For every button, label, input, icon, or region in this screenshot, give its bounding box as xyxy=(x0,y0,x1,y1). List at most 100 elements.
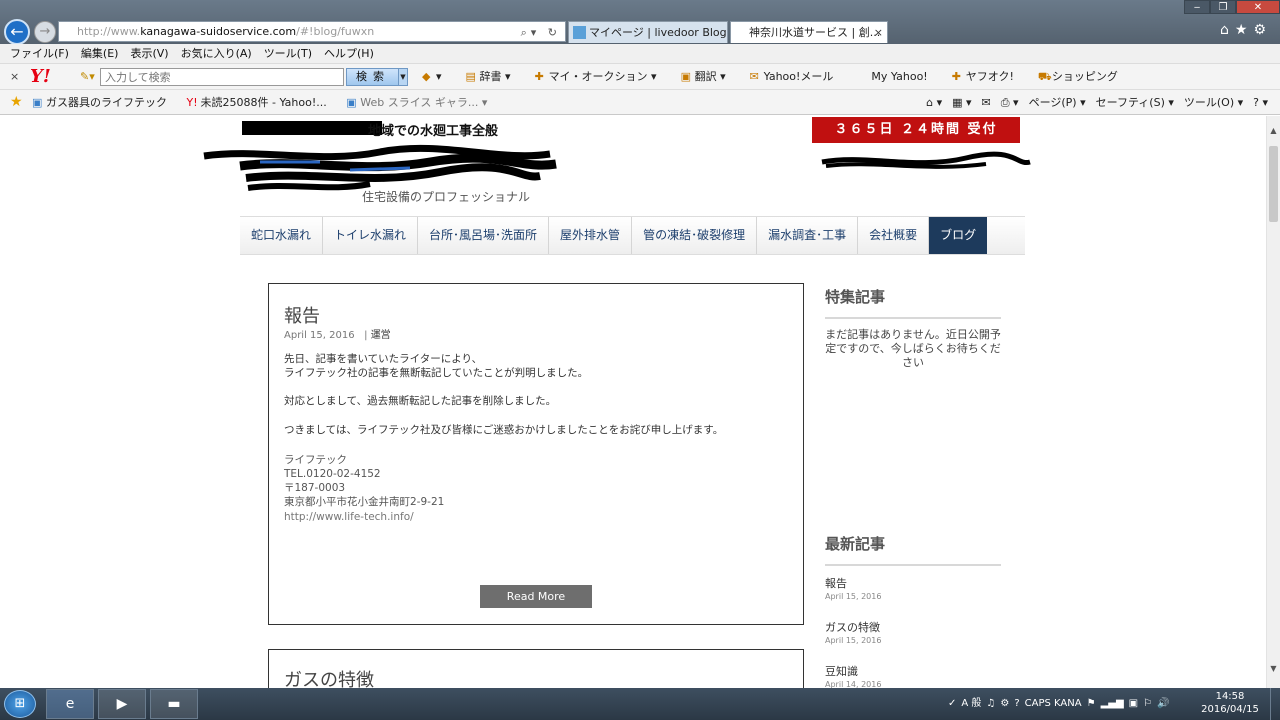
yahoo-link[interactable]: ✚ ヤフオク! xyxy=(952,69,1026,84)
taskbar-media-player-icon[interactable]: ▶ xyxy=(98,689,146,719)
command-bar-item[interactable]: ? ▾ xyxy=(1253,95,1268,110)
tray-icon[interactable]: ♫ xyxy=(986,690,995,718)
tray-icon[interactable]: ⚐ xyxy=(1143,690,1152,718)
nav-item[interactable]: 台所･風呂場･洗面所 xyxy=(418,217,550,254)
clock[interactable]: 14:58 2016/04/15 xyxy=(1200,690,1260,716)
menu-item[interactable]: 編集(E) xyxy=(75,44,125,63)
favorites-bar: ★ ▣ ガス器具のライフテック Y! 未読25088件 - Yahoo!... ▣ W… xyxy=(0,90,1280,115)
tab-livedoor-blog[interactable]: マイページ | livedoor Blog xyxy=(568,21,728,43)
browser-title-bar: ← → http://www.kanagawa-suidoservice.com… xyxy=(0,0,1280,45)
dictionary-icon: ▤ xyxy=(465,70,476,83)
tab-close-icon[interactable]: × xyxy=(874,22,883,43)
scroll-thumb[interactable] xyxy=(1269,146,1278,222)
main-navigation: 蛇口水漏れ トイレ水漏れ 台所･風呂場･洗面所 屋外排水管 管の凍結･破裂修理 漏水調査･… xyxy=(240,216,1025,255)
translate-icon: ▣ xyxy=(680,70,691,83)
taskbar-ie-icon[interactable]: e xyxy=(46,689,94,719)
favorite-web-slice[interactable]: ▣ Web スライス ギャラ... ▾ xyxy=(346,95,495,110)
command-bar-item[interactable]: ⎙ ▾ xyxy=(1001,95,1019,110)
tray-icon[interactable]: ▣ xyxy=(1129,690,1138,718)
tray-icon[interactable]: ⚙ xyxy=(1000,690,1009,718)
recent-post-item[interactable]: 報告 April 15, 2016 xyxy=(825,577,1001,602)
show-desktop-button[interactable] xyxy=(1270,688,1280,720)
yahoo-link[interactable]: ▤ 辞書 ▾ xyxy=(466,69,523,84)
menu-item[interactable]: お気に入り(A) xyxy=(175,44,258,63)
nav-item[interactable]: 蛇口水漏れ xyxy=(240,217,324,254)
menu-item[interactable]: ツール(T) xyxy=(258,44,318,63)
command-bar-item[interactable]: ツール(O) ▾ xyxy=(1184,95,1243,110)
recent-post-item[interactable]: ガスの特徴 April 15, 2016 xyxy=(825,621,1001,646)
address-bar[interactable]: http://www.kanagawa-suidoservice.com/#!b… xyxy=(58,21,566,42)
tray-icon[interactable]: CAPS KANA xyxy=(1025,690,1082,718)
menu-item[interactable]: ヘルプ(H) xyxy=(318,44,380,63)
scroll-down-icon[interactable]: ▼ xyxy=(1267,664,1280,673)
scroll-up-icon[interactable]: ▲ xyxy=(1267,126,1280,135)
taskbar-explorer-icon[interactable]: ▬ xyxy=(150,689,198,719)
my-auction-icon: ✚ xyxy=(534,70,544,83)
post-title[interactable]: 報告 xyxy=(284,302,320,328)
favorite-label: 未読25088件 - Yahoo!... xyxy=(200,96,327,109)
yahoo-link-label: ヤフオク! xyxy=(965,70,1014,83)
favorite-yahoo-mail[interactable]: Y! 未読25088件 - Yahoo!... xyxy=(187,95,335,110)
tray-icon[interactable]: ⚑ xyxy=(1087,690,1096,718)
menu-bar: ファイル(F) 編集(E) 表示(V) お気に入り(A) ツール(T) ヘルプ(H) xyxy=(0,44,1280,64)
yahoo-link[interactable]: My Yahoo! xyxy=(857,69,939,84)
tray-icon[interactable]: ✓ xyxy=(948,690,956,718)
minimize-button[interactable]: ‒ xyxy=(1184,0,1210,14)
command-bar-item[interactable]: ⌂ ▾ xyxy=(926,95,942,110)
close-window-button[interactable]: ✕ xyxy=(1236,0,1280,14)
recent-post-title[interactable]: 豆知識 xyxy=(825,665,1001,678)
search-dropdown-icon[interactable]: ▼ xyxy=(398,68,408,86)
start-button[interactable]: ⊞ xyxy=(4,690,36,718)
nav-item[interactable]: 漏水調査･工事 xyxy=(757,217,859,254)
yahoo-link[interactable]: ✉ Yahoo!メール xyxy=(750,69,846,84)
clock-date: 2016/04/15 xyxy=(1201,704,1259,715)
yahoo-logo[interactable]: Y! xyxy=(30,66,51,87)
yahoo-link[interactable]: ⛟ショッピング xyxy=(1038,69,1130,84)
favorite-lifetech[interactable]: ▣ ガス器具のライフテック xyxy=(32,95,175,110)
yahoo-search-button[interactable]: 検索 xyxy=(346,68,400,86)
yahoo-link[interactable]: ▣ 翻訳 ▾ xyxy=(681,69,738,84)
yahoo-link[interactable]: ✚ マイ・オークション ▾ xyxy=(535,69,669,84)
post-title[interactable]: ガスの特徴 xyxy=(284,666,374,688)
recent-post-title[interactable]: 報告 xyxy=(825,577,1001,590)
toolbar-close-icon[interactable]: × xyxy=(10,70,19,83)
command-bar-item[interactable]: セーフティ(S) ▾ xyxy=(1096,95,1174,110)
favorites-star-icon[interactable]: ★ xyxy=(10,94,23,110)
blog-post: ガスの特徴 xyxy=(268,649,804,688)
post-date: April 15, 2016 xyxy=(284,330,355,341)
tray-icon[interactable]: ? xyxy=(1014,690,1019,718)
nav-item[interactable]: 管の凍結･破裂修理 xyxy=(632,217,758,254)
search-options-icon[interactable]: ✎▾ xyxy=(80,70,95,83)
nav-item[interactable]: ブログ xyxy=(929,217,988,254)
menu-item[interactable]: ファイル(F) xyxy=(0,44,75,63)
signature-company: ライフテック xyxy=(284,453,347,466)
web-slice-icon: ▣ xyxy=(346,96,357,109)
back-button[interactable]: ← xyxy=(4,19,30,45)
url-domain: kanagawa-suidoservice.com xyxy=(140,25,297,38)
signature-url[interactable]: http://www.life-tech.info/ xyxy=(284,510,784,524)
recent-post-title[interactable]: ガスの特徴 xyxy=(825,621,1001,634)
nav-item[interactable]: 会社概要 xyxy=(858,217,930,254)
recent-post-item[interactable]: 豆知識 April 14, 2016 xyxy=(825,665,1001,688)
command-bar-item[interactable]: ✉ xyxy=(982,95,991,110)
tray-icon[interactable]: A 般 xyxy=(961,690,981,718)
page-scrollbar[interactable]: ▲ ▼ xyxy=(1266,116,1280,688)
tab-kanagawa-suido[interactable]: 神奈川水道サービス | 創... × xyxy=(730,21,888,43)
menu-item[interactable]: 表示(V) xyxy=(124,44,174,63)
maximize-button[interactable]: ❐ xyxy=(1210,0,1236,14)
nav-item[interactable]: トイレ水漏れ xyxy=(323,217,419,254)
read-more-button[interactable]: Read More xyxy=(480,585,592,608)
yahoo-toolbar: × Y! ✎▾ 検索 ▼ ◆▾ ▤辞書 ▾ ✚マイ・オークション ▾ ▣翻訳 ▾ ✉Ya… xyxy=(0,64,1280,90)
post-category[interactable]: 運営 xyxy=(371,330,391,341)
forward-button[interactable]: → xyxy=(34,21,56,43)
address-tools[interactable]: ⌕▾ ↻ xyxy=(521,23,561,42)
command-bar-item[interactable]: ページ(P) ▾ xyxy=(1029,95,1086,110)
command-bar-item[interactable]: ▦ ▾ xyxy=(952,95,971,110)
nav-item[interactable]: 屋外排水管 xyxy=(549,217,633,254)
tray-icon[interactable]: ▂▄▆ xyxy=(1101,690,1124,718)
tray-icon[interactable]: 🔊 xyxy=(1157,690,1169,718)
yahoo-link[interactable]: ◆ ▾ xyxy=(422,69,454,84)
window-controls: ‒ ❐ ✕ xyxy=(1184,0,1280,14)
home-favorites-settings-icons[interactable]: ⌂★⚙ xyxy=(1220,22,1272,38)
yahoo-search-input[interactable] xyxy=(100,68,344,86)
